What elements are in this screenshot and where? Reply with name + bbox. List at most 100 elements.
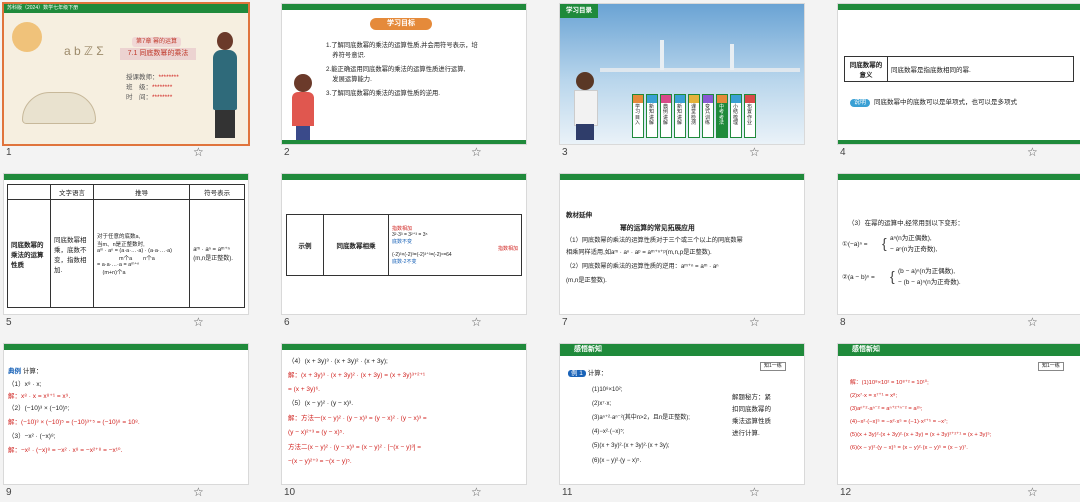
section-title: 幂的运算的常见拓展应用 [620, 225, 695, 232]
goal-line: 养符号意识. [326, 52, 366, 59]
formula-lhs: ②(a − b)ⁿ = [842, 274, 875, 281]
toc-label: 中考考法 [719, 104, 725, 126]
answer-line: (3)aⁿ⁺²·aⁿ⁻² = aⁿ⁺²⁺ⁿ⁻² = a²ⁿ; [850, 406, 923, 412]
toc-item[interactable]: 新知讲解 [674, 94, 686, 138]
slide-12[interactable]: 感悟新知 知1一练 解：(1)10⁸×10² = 10⁸⁺² = 10¹⁰; (… [838, 344, 1080, 484]
slide-thumb-4[interactable]: 同底数幂的意义 同底数幂是指底数相同的幂. 说明 同底数幂中的底数可以是单项式，… [834, 0, 1080, 162]
question-line: (3)aⁿ⁺²·aⁿ⁻²(其中n>2，且n是正整数); [592, 415, 690, 421]
slide-4[interactable]: 同底数幂的意义 同底数幂是指底数相同的幂. 说明 同底数幂中的底数可以是单项式，… [838, 4, 1080, 144]
toc-item[interactable]: 布置作业 [744, 94, 756, 138]
toc-item-active[interactable]: 中考考法 [716, 94, 728, 138]
slide-thumb-1[interactable]: 苏科版（2024）数学七年级下册 a b ℤ Σ 第7章 幂的运算 7.1 同底… [0, 0, 262, 162]
question-line: （5）(x − y)² · (y − x)³. [288, 400, 353, 407]
answer-line: 解：方法一(x − y)² · (y − x)³ = (y − x)² · (y… [288, 415, 427, 422]
slide-thumb-6[interactable]: 示例 同底数幂相乘 指数相加 3²·3³ = 3²⁺³ = 3⁵ 底数不变 指数… [278, 170, 540, 332]
answer-line: = (x + 3y)⁶. [288, 386, 320, 393]
slide-8[interactable]: （3）在幂的运算中,经常用到以下变形： ①(−a)ⁿ = { aⁿ(n为正偶数)… [838, 174, 1080, 314]
annotation: 指数相加 [392, 226, 413, 232]
toc-item[interactable]: 新知讲解 [646, 94, 658, 138]
slide-5[interactable]: 文字语言 推导 符号表示 同底数幂的乘法的运算性质 同底数幂相乘，底数不变，指数… [4, 174, 248, 314]
task-label: 计算： [22, 368, 43, 375]
annotation: 指数相加 [497, 246, 518, 252]
slide-1[interactable]: 苏科版（2024）数学七年级下册 a b ℤ Σ 第7章 幂的运算 7.1 同底… [4, 4, 248, 144]
toc-item[interactable]: 小结梳理 [730, 94, 742, 138]
class-label: 班 级： [126, 84, 152, 91]
slide-6[interactable]: 示例 同底数幂相乘 指数相加 3²·3³ = 3²⁺³ = 3⁵ 底数不变 指数… [282, 174, 526, 314]
answer-line: 解：(1)10⁸×10² = 10⁸⁺² = 10¹⁰; [850, 380, 929, 386]
answer-line: (6)(x − y)²·(y − x)⁵ = (x − y)²·(x − y)⁵… [850, 445, 968, 451]
slide-thumb-12[interactable]: 感悟新知 知1一练 解：(1)10⁸×10² = 10⁸⁺² = 10¹⁰; (… [834, 340, 1080, 502]
boy-illustration [572, 72, 598, 142]
star-icon[interactable]: ☆ [193, 145, 204, 159]
slide-number: 6 [284, 317, 290, 328]
lesson-title: 7.1 同底数幂的乘法 [120, 48, 196, 60]
section-tab: 感悟新知 [568, 344, 608, 356]
toc-item[interactable]: 变式训练 [702, 94, 714, 138]
time-label: 时 间： [126, 94, 152, 101]
chapter-badge: 第7章 幂的运算 [132, 37, 182, 48]
goal-line: 1.了解同底数幂的乘法的运算性质,并会用符号表示，培 [326, 42, 478, 49]
section-tag: 教材延伸 [566, 212, 592, 219]
practice-badge: 知1一练 [760, 362, 786, 371]
star-icon[interactable]: ☆ [193, 315, 204, 329]
star-icon[interactable]: ☆ [1027, 315, 1038, 329]
slide-10[interactable]: （4）(x + 3y)³ · (x + 3y)² · (x + 3y); 解：(… [282, 344, 526, 484]
formula-condition: (m,n是正整数). [193, 255, 233, 262]
derivation-line: 对于任意的底数a, [97, 233, 141, 240]
slide-7[interactable]: 教材延伸 幂的运算的常见拓展应用 （1）同底数幂的乘法的运算性质对于三个或三个以… [560, 174, 804, 314]
slide-thumb-9[interactable]: 典例 计算： （1）x⁸ · x; 解：x⁸ · x = x⁸⁺¹ = x⁹. … [0, 340, 262, 502]
formula-case: aⁿ(n为正偶数), [890, 235, 932, 242]
toc-item[interactable]: 课堂检测 [688, 94, 700, 138]
example-cell: 指数相加 3²·3³ = 3²⁺³ = 3⁵ 底数不变 指数相加 (-2)³×(… [388, 214, 522, 276]
goal-line: 发展运算能力. [326, 76, 372, 83]
definition-table: 同底数幂的意义 同底数幂是指底数相同的幂. [844, 56, 1074, 82]
slide-thumb-10[interactable]: （4）(x + 3y)³ · (x + 3y)² · (x + 3y); 解：(… [278, 340, 540, 502]
toc-label: 新知讲解 [649, 104, 655, 126]
slide-thumb-3[interactable]: 学习目录 学习目入 新知讲解 典例讲解 新知讲解 课堂检测 变式训练 中考考法 … [556, 0, 818, 162]
formula-lhs: ①(−a)ⁿ = [842, 241, 868, 248]
slide-thumb-5[interactable]: 文字语言 推导 符号表示 同底数幂的乘法的运算性质 同底数幂相乘，底数不变，指数… [0, 170, 262, 332]
slide-9[interactable]: 典例 计算： （1）x⁸ · x; 解：x⁸ · x = x⁸⁺¹ = x⁹. … [4, 344, 248, 484]
star-icon[interactable]: ☆ [749, 145, 760, 159]
hint-line: 扣同底数幂的 [732, 406, 771, 413]
slide-3[interactable]: 学习目录 学习目入 新知讲解 典例讲解 新知讲解 课堂检测 变式训练 中考考法 … [560, 4, 804, 144]
toc-item[interactable]: 典例讲解 [660, 94, 672, 138]
slide-number: 4 [840, 147, 846, 158]
answer-line: 解：(x + 3y)³ · (x + 3y)² · (x + 3y) = (x … [288, 372, 426, 379]
answer-line: (5)(x + 3y)²·(x + 3y)²·(x + 3y) = (x + 3… [850, 432, 992, 438]
slide-thumb-11[interactable]: 感悟新知 知1一练 例 1 计算： (1)10⁸×10²; (2)x⁷·x; (… [556, 340, 818, 502]
slide-number: 8 [840, 317, 846, 328]
star-icon[interactable]: ☆ [1027, 145, 1038, 159]
girl-illustration [290, 74, 316, 142]
toc-item[interactable]: 学习目入 [632, 94, 644, 138]
slide-11[interactable]: 感悟新知 知1一练 例 1 计算： (1)10⁸×10²; (2)x⁷·x; (… [560, 344, 804, 484]
term-cell: 同底数幂的意义 [844, 56, 888, 82]
question-line: （3）−x² · (−x)⁸; [8, 433, 56, 440]
slide-number: 11 [562, 487, 573, 498]
slide-grid: 苏科版（2024）数学七年级下册 a b ℤ Σ 第7章 幂的运算 7.1 同底… [0, 0, 1080, 499]
slide-thumb-2[interactable]: 学习目标 1.了解同底数幂的乘法的运算性质,并会用符号表示，培 养符号意识. 2… [278, 0, 540, 162]
example-tag: 例 1 [568, 370, 586, 377]
answer-line: (4)−x²·(−x)⁵ = −x²·x⁵ = (−1)·x²⁺⁵ = −x⁷; [850, 419, 948, 425]
question-line: (1)10⁸×10²; [592, 387, 623, 393]
star-icon[interactable]: ☆ [471, 315, 482, 329]
toc-label: 变式训练 [705, 104, 711, 126]
question-line: （4）(x + 3y)³ · (x + 3y)² · (x + 3y); [288, 358, 388, 365]
star-icon[interactable]: ☆ [749, 315, 760, 329]
annotation: 底数不变 [392, 239, 413, 245]
slide-number: 2 [284, 147, 290, 158]
teacher-label: 授课教师： [126, 74, 159, 81]
hint-line: 乘法运算性质 [732, 418, 771, 425]
star-icon[interactable]: ☆ [471, 145, 482, 159]
derivation-line: 当m、n是正整数时, [97, 241, 145, 248]
question-line: (4)−x²·(−x)⁵; [592, 429, 625, 435]
slide-thumb-8[interactable]: （3）在幂的运算中,经常用到以下变形： ①(−a)ⁿ = { aⁿ(n为正偶数)… [834, 170, 1080, 332]
toc-label: 典例讲解 [663, 104, 669, 126]
slide-2[interactable]: 学习目标 1.了解同底数幂的乘法的运算性质,并会用符号表示，培 养符号意识. 2… [282, 4, 526, 144]
example-label: 示例 [286, 214, 324, 276]
body-line: （2）同底数幂的乘法的运算性质的逆用：aᵐ⁺ⁿ = aᵐ · aⁿ [566, 263, 719, 270]
slide-thumb-7[interactable]: 教材延伸 幂的运算的常见拓展应用 （1）同底数幂的乘法的运算性质对于三个或三个以… [556, 170, 818, 332]
example-name: 同底数幂相乘 [323, 214, 389, 276]
slide-number: 7 [562, 317, 568, 328]
question-line: （2）(−10)³ × (−10)⁵; [8, 405, 70, 412]
